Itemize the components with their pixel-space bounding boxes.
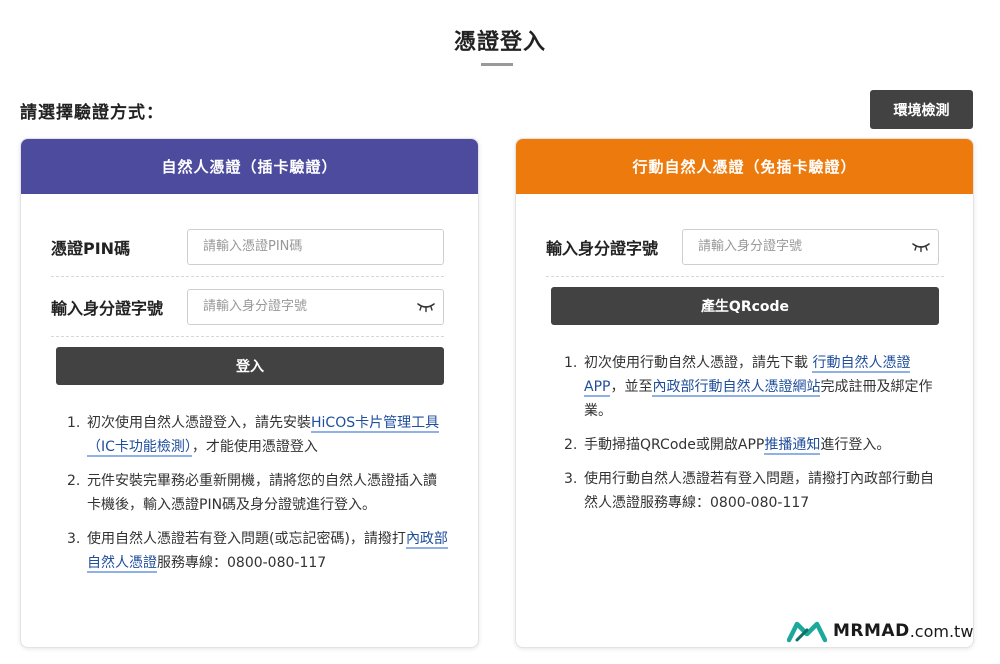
logo-brand-text: MRMAD (833, 621, 910, 641)
note-item: 3. 使用自然人憑證若有登入問題(或忘記密碼)，請撥打內政部自然人憑證服務專線：0… (67, 527, 449, 575)
pin-row: 憑證PIN碼 (51, 217, 444, 277)
note-text: 使用自然人憑證若有登入問題(或忘記密碼)，請撥打 (87, 531, 406, 547)
note-text: 進行登入。 (820, 437, 891, 453)
mobile-id-input[interactable] (682, 228, 939, 265)
note-number: 2. (564, 437, 578, 453)
mobile-certificate-notes: 1. 初次使用行動自然人憑證，請先下載 行動自然人憑證APP，並至內政部行動自然人… (564, 351, 942, 525)
mobile-id-row: 輸入身分證字號 (546, 217, 944, 277)
mobile-certificate-card: 行動自然人憑證（免插卡驗證） 輸入身分證字號 產生QRcode 1. 初次使用行動… (515, 138, 974, 648)
citizen-certificate-header: 自然人憑證（插卡驗證） (21, 139, 478, 194)
citizen-certificate-notes: 1. 初次使用自然人憑證登入，請先安裝HiCOS卡片管理工具（IC卡功能檢測），才… (67, 411, 449, 585)
note-text: 手動掃描QRCode或開啟APP (584, 437, 765, 453)
note-item: 3. 使用行動自然人憑證若有登入問題，請撥打內政部行動自然人憑證服務專線：0800… (564, 467, 942, 515)
eye-closed-icon[interactable] (416, 301, 436, 313)
note-text: ，並至 (610, 379, 653, 395)
note-text: ，才能使用憑證登入 (191, 439, 318, 455)
id-label: 輸入身分證字號 (51, 298, 164, 318)
note-number: 3. (67, 531, 81, 547)
citizen-certificate-card: 自然人憑證（插卡驗證） 憑證PIN碼 輸入身分證字號 登入 1. 初次使用自然人憑… (20, 138, 479, 648)
note-item: 1. 初次使用行動自然人憑證，請先下載 行動自然人憑證APP，並至內政部行動自然人… (564, 351, 942, 423)
environment-check-button[interactable]: 環境檢測 (870, 90, 973, 129)
note-number: 3. (564, 471, 578, 487)
note-text: 初次使用自然人憑證登入，請先安裝 (87, 415, 311, 431)
note-text: 服務專線：0800-080-117 (157, 555, 327, 571)
login-button[interactable]: 登入 (56, 347, 444, 385)
note-link[interactable]: 推播通知 (764, 437, 821, 455)
note-text: 使用行動自然人憑證若有登入問題，請撥打內政部行動自然人憑證服務專線：0800-0… (584, 471, 934, 511)
note-item: 2. 手動掃描QRCode或開啟APP推播通知進行登入。 (564, 433, 942, 457)
note-text: 初次使用行動自然人憑證，請先下載 (584, 355, 813, 371)
mrmad-logo-icon (787, 621, 827, 643)
generate-qrcode-button[interactable]: 產生QRcode (551, 287, 939, 325)
title-underline (481, 63, 513, 66)
note-text: 元件安裝完畢務必重新開機，請將您的自然人憑證插入讀卡機後，輸入憑證PIN碼及身分… (87, 473, 437, 513)
note-number: 1. (564, 355, 578, 371)
id-row: 輸入身分證字號 (51, 277, 444, 337)
mobile-id-label: 輸入身分證字號 (546, 238, 659, 258)
pin-input[interactable] (187, 228, 444, 265)
note-item: 2. 元件安裝完畢務必重新開機，請將您的自然人憑證插入讀卡機後，輸入憑證PIN碼及… (67, 469, 449, 517)
id-input[interactable] (187, 288, 444, 325)
logo-domain-text: .com.tw (909, 621, 974, 641)
note-item: 1. 初次使用自然人憑證登入，請先安裝HiCOS卡片管理工具（IC卡功能檢測），才… (67, 411, 449, 459)
pin-label: 憑證PIN碼 (51, 238, 131, 258)
mobile-certificate-header: 行動自然人憑證（免插卡驗證） (516, 139, 973, 194)
mobile-id-input-wrap (682, 228, 939, 265)
id-input-wrap (187, 288, 444, 325)
mrmad-logo: MRMAD .com.tw (787, 618, 973, 644)
note-number: 1. (67, 415, 81, 431)
pin-input-wrap (187, 228, 444, 265)
note-link[interactable]: 內政部行動自然人憑證網站 (652, 379, 821, 397)
page-title: 憑證登入 (453, 30, 546, 55)
eye-closed-icon[interactable] (911, 241, 931, 253)
note-number: 2. (67, 473, 81, 489)
choose-method-label: 請選擇驗證方式： (20, 103, 164, 123)
